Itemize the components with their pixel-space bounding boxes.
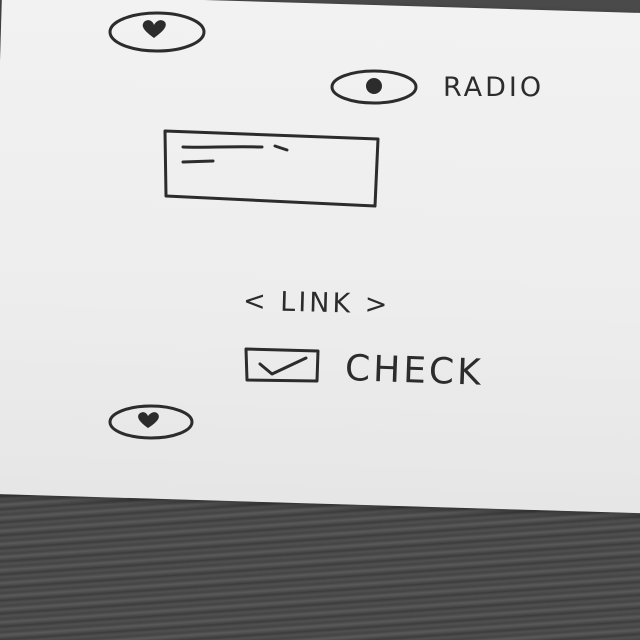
checkbox-label: CHECK — [344, 348, 484, 394]
checkbox[interactable] — [244, 347, 320, 383]
link[interactable]: < LINK > — [243, 286, 391, 321]
text-input-field[interactable] — [163, 129, 380, 208]
heart-button-bottom[interactable] — [108, 404, 194, 440]
wireframe-sketch: RADIO < LINK > CHECK — [108, 11, 544, 440]
input-text-scribble-line-1 — [181, 144, 289, 152]
heart-icon — [142, 20, 166, 38]
heart-icon — [138, 412, 159, 428]
radio-dot-icon — [366, 78, 382, 94]
radio-label: RADIO — [443, 72, 544, 103]
checkmark-icon — [258, 356, 308, 376]
heart-button-top[interactable] — [108, 11, 206, 53]
input-text-scribble-line-2 — [181, 159, 215, 164]
radio-button[interactable] — [330, 69, 418, 105]
